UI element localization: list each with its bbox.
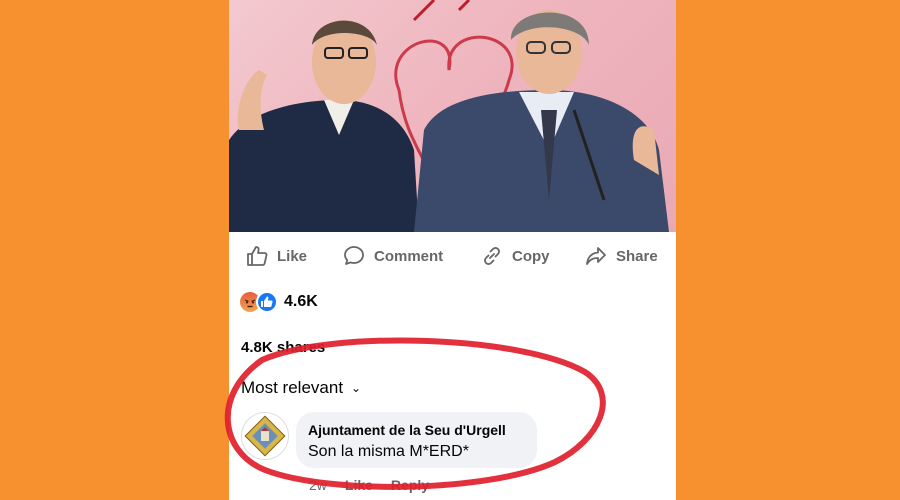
comment-like-link[interactable]: Like <box>345 477 373 493</box>
comment-reply-link[interactable]: Reply <box>391 477 429 493</box>
comment-label: Comment <box>374 247 444 265</box>
thumbs-up-icon <box>247 246 268 266</box>
comment-timestamp[interactable]: 2w <box>309 477 327 493</box>
copy-label: Copy <box>512 247 550 265</box>
share-label: Share <box>616 247 658 265</box>
comment-text: Son la misma M*ERD* <box>308 443 469 460</box>
comment-author[interactable]: Ajuntament de la Seu d'Urgell <box>308 422 506 438</box>
chevron-down-icon: ⌄ <box>351 381 362 395</box>
share-button[interactable]: Share <box>584 240 658 272</box>
link-icon <box>484 247 500 265</box>
post-photo[interactable] <box>229 0 676 232</box>
like-button[interactable]: Like <box>245 240 307 272</box>
comment-bubble[interactable]: Ajuntament de la Seu d'Urgell Son la mis… <box>296 412 537 468</box>
share-count[interactable]: 4.8K shares <box>241 339 325 356</box>
like-reaction-icon <box>256 291 278 313</box>
post-action-bar: Like Comment Copy Share <box>229 240 676 274</box>
comment-meta: 2w Like Reply <box>309 477 429 493</box>
share-arrow-icon <box>586 247 606 265</box>
comment-button[interactable]: Comment <box>342 240 443 272</box>
coat-of-arms-icon <box>244 415 286 457</box>
facebook-post: Like Comment Copy Share 4.6K 4.8K shares… <box>229 0 676 500</box>
sort-label: Most relevant <box>241 378 344 397</box>
reaction-summary[interactable]: 4.6K <box>240 290 318 314</box>
commenter-avatar[interactable] <box>241 412 289 460</box>
speech-bubble-icon <box>344 246 364 265</box>
comment-sort-dropdown[interactable]: Most relevant ⌄ <box>241 378 361 398</box>
copy-button[interactable]: Copy <box>480 240 550 272</box>
like-label: Like <box>277 247 308 265</box>
reaction-count: 4.6K <box>284 293 318 310</box>
photo-illustration <box>229 0 669 232</box>
